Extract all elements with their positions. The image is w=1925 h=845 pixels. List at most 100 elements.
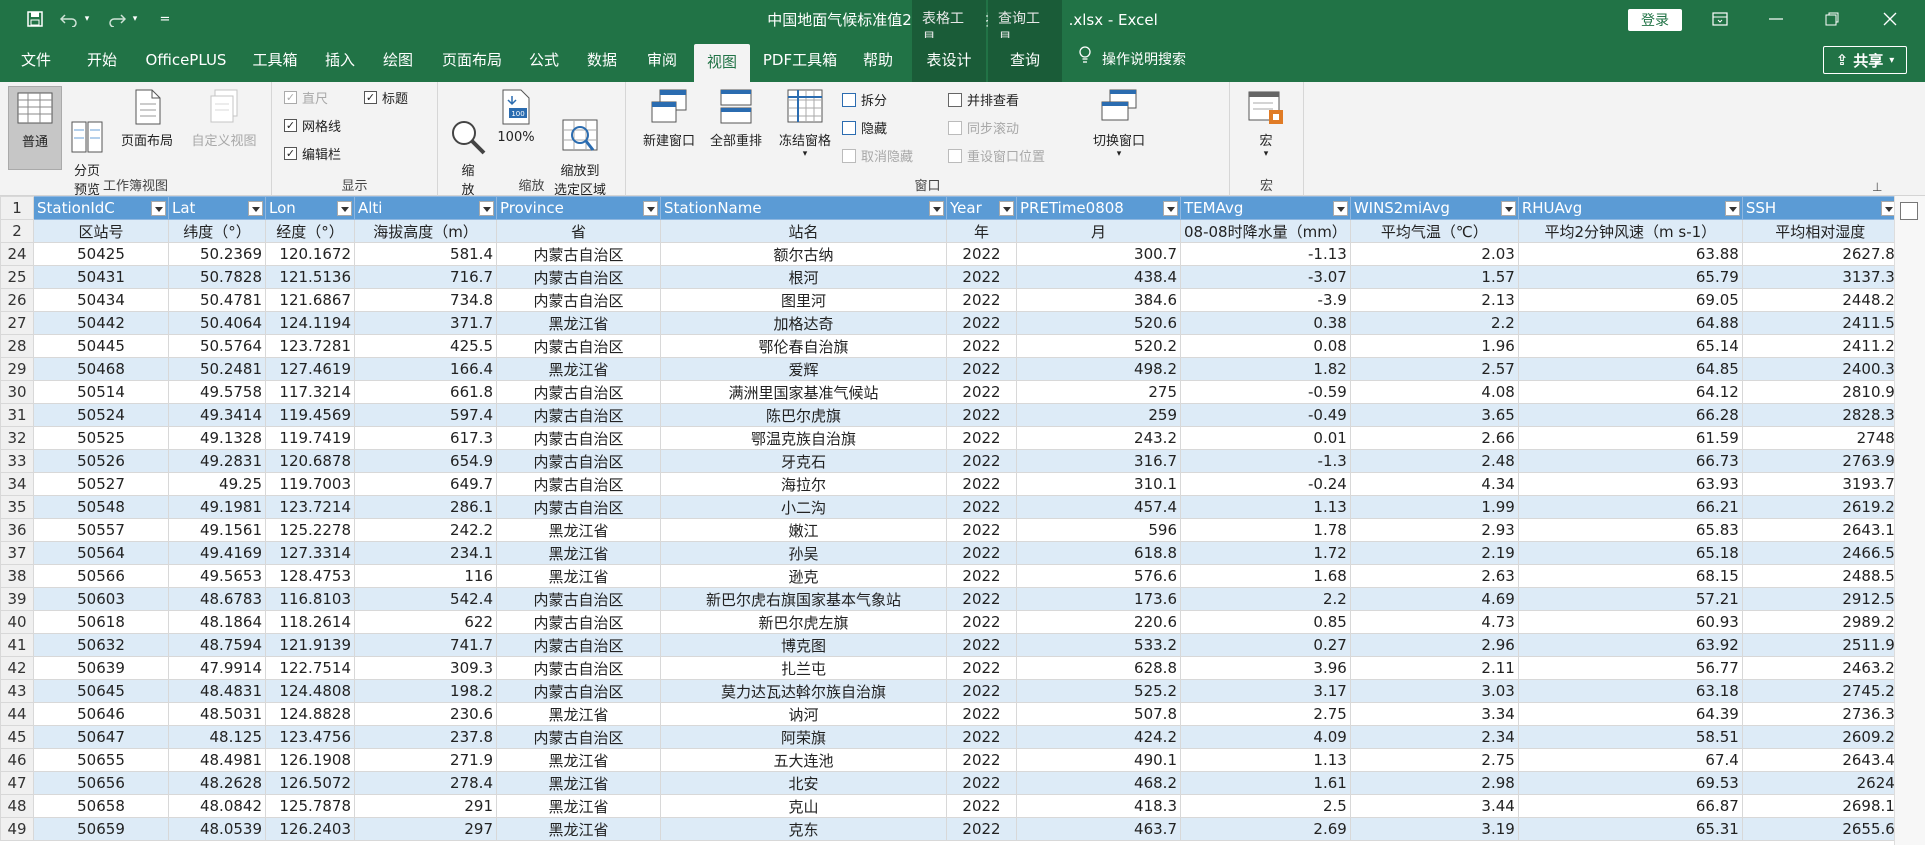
column-header-cell[interactable]: StationName (660, 196, 947, 220)
split-button[interactable]: 拆分 (842, 90, 887, 109)
table-cell[interactable]: 内蒙古自治区 (496, 633, 661, 657)
table-cell[interactable]: 逊克 (660, 564, 947, 588)
table-cell[interactable]: 50548 (33, 495, 169, 519)
table-cell[interactable]: -3.07 (1180, 265, 1351, 289)
table-cell[interactable]: 2763.9 (1741, 449, 1899, 473)
filter-dropdown-icon[interactable] (1500, 201, 1516, 216)
cn-header-cell[interactable]: 区站号 (33, 219, 169, 243)
table-cell[interactable]: 271.9 (354, 748, 497, 772)
row-header[interactable]: 44 (0, 702, 34, 726)
table-cell[interactable]: 125.7878 (265, 794, 355, 818)
table-cell[interactable]: 1.68 (1180, 564, 1351, 588)
table-cell[interactable]: 黑龙江省 (496, 564, 661, 588)
table-cell[interactable]: 173.6 (1016, 587, 1181, 611)
row-header[interactable]: 30 (0, 380, 34, 404)
table-cell[interactable]: 65.79 (1517, 265, 1743, 289)
table-cell[interactable]: 49.2831 (168, 449, 266, 473)
table-cell[interactable]: 628.8 (1016, 656, 1181, 680)
table-cell[interactable]: 48.5031 (168, 702, 266, 726)
table-cell[interactable]: 50647 (33, 725, 169, 749)
table-cell[interactable]: 50514 (33, 380, 169, 404)
table-cell[interactable]: 438.4 (1016, 265, 1181, 289)
table-cell[interactable]: 1.13 (1180, 495, 1351, 519)
table-cell[interactable]: 黑龙江省 (496, 541, 661, 565)
table-cell[interactable]: 654.9 (354, 449, 497, 473)
table-cell[interactable]: 122.7514 (265, 656, 355, 680)
table-cell[interactable]: 阿荣旗 (660, 725, 947, 749)
table-cell[interactable]: 2828.3 (1741, 403, 1899, 427)
help-search[interactable]: 操作说明搜索 (1078, 38, 1186, 82)
table-cell[interactable]: 65.14 (1517, 334, 1743, 358)
table-cell[interactable]: 50425 (33, 242, 169, 266)
table-cell[interactable]: 121.5136 (265, 265, 355, 289)
table-cell[interactable]: 425.5 (354, 334, 497, 358)
tab-query[interactable]: 查询 (988, 38, 1062, 82)
table-cell[interactable]: 418.3 (1016, 794, 1181, 818)
table-cell[interactable]: 内蒙古自治区 (496, 725, 661, 749)
table-cell[interactable]: 64.12 (1517, 380, 1743, 404)
table-cell[interactable]: 0.08 (1180, 334, 1351, 358)
table-cell[interactable]: 63.92 (1517, 633, 1743, 657)
redo-dropdown-icon[interactable]: ▾ (128, 6, 142, 32)
arrange-all-button[interactable]: 全部重排 (704, 86, 768, 156)
table-cell[interactable]: 463.7 (1016, 817, 1181, 841)
login-button[interactable]: 登录 (1628, 9, 1682, 31)
tab-table-design[interactable]: 表设计 (912, 38, 986, 82)
table-cell[interactable]: 68.15 (1517, 564, 1743, 588)
row-header[interactable]: 40 (0, 610, 34, 634)
row-header[interactable]: 45 (0, 725, 34, 749)
table-cell[interactable]: 64.88 (1517, 311, 1743, 335)
undo-dropdown-icon[interactable]: ▾ (80, 6, 94, 32)
macros-button[interactable]: 宏 ▾ (1242, 86, 1290, 172)
table-cell[interactable]: 2022 (946, 679, 1017, 703)
row-header[interactable]: 48 (0, 794, 34, 818)
share-button[interactable]: ⇪ 共享 ▾ (1823, 46, 1907, 74)
table-cell[interactable]: 121.6867 (265, 288, 355, 312)
table-cell[interactable]: 50524 (33, 403, 169, 427)
table-cell[interactable]: 1.78 (1180, 518, 1351, 542)
table-cell[interactable]: 2810.9 (1741, 380, 1899, 404)
table-cell[interactable]: 2912.5 (1741, 587, 1899, 611)
table-cell[interactable]: 黑龙江省 (496, 794, 661, 818)
tab-home[interactable]: 开始 (76, 38, 128, 82)
table-cell[interactable]: 2022 (946, 794, 1017, 818)
close-icon[interactable] (1868, 4, 1912, 34)
table-cell[interactable]: 198.2 (354, 679, 497, 703)
table-cell[interactable]: 2022 (946, 541, 1017, 565)
table-cell[interactable]: 49.1981 (168, 495, 266, 519)
table-cell[interactable]: 520.2 (1016, 334, 1181, 358)
table-cell[interactable]: 297 (354, 817, 497, 841)
table-cell[interactable]: 2.63 (1349, 564, 1519, 588)
table-cell[interactable]: 内蒙古自治区 (496, 610, 661, 634)
table-cell[interactable]: 596 (1016, 518, 1181, 542)
table-cell[interactable]: 2.48 (1349, 449, 1519, 473)
normal-view-button[interactable]: 普通 (8, 86, 62, 170)
table-cell[interactable]: 58.51 (1517, 725, 1743, 749)
table-cell[interactable]: 50.4064 (168, 311, 266, 335)
table-cell[interactable]: 121.9139 (265, 633, 355, 657)
table-cell[interactable]: 2448.2 (1741, 288, 1899, 312)
table-cell[interactable]: 4.34 (1349, 472, 1519, 496)
table-cell[interactable]: 2022 (946, 610, 1017, 634)
switch-windows-button[interactable]: 切换窗口 ▾ (1082, 86, 1156, 172)
table-cell[interactable]: 237.8 (354, 725, 497, 749)
table-cell[interactable]: 2022 (946, 380, 1017, 404)
table-cell[interactable]: 125.2278 (265, 518, 355, 542)
table-cell[interactable]: 57.21 (1517, 587, 1743, 611)
table-cell[interactable]: 716.7 (354, 265, 497, 289)
tab-data[interactable]: 数据 (576, 38, 628, 82)
table-cell[interactable]: 50525 (33, 426, 169, 450)
restore-icon[interactable] (1810, 4, 1854, 34)
row-header[interactable]: 35 (0, 495, 34, 519)
table-cell[interactable]: 50526 (33, 449, 169, 473)
table-cell[interactable]: 275 (1016, 380, 1181, 404)
table-cell[interactable]: 2643.4 (1741, 748, 1899, 772)
table-cell[interactable]: 49.3414 (168, 403, 266, 427)
row-header[interactable]: 34 (0, 472, 34, 496)
table-cell[interactable]: 119.7003 (265, 472, 355, 496)
table-cell[interactable]: 讷河 (660, 702, 947, 726)
table-cell[interactable]: 124.1194 (265, 311, 355, 335)
ribbon-display-options-icon[interactable] (1698, 4, 1742, 34)
table-cell[interactable]: 48.0539 (168, 817, 266, 841)
table-cell[interactable]: 286.1 (354, 495, 497, 519)
